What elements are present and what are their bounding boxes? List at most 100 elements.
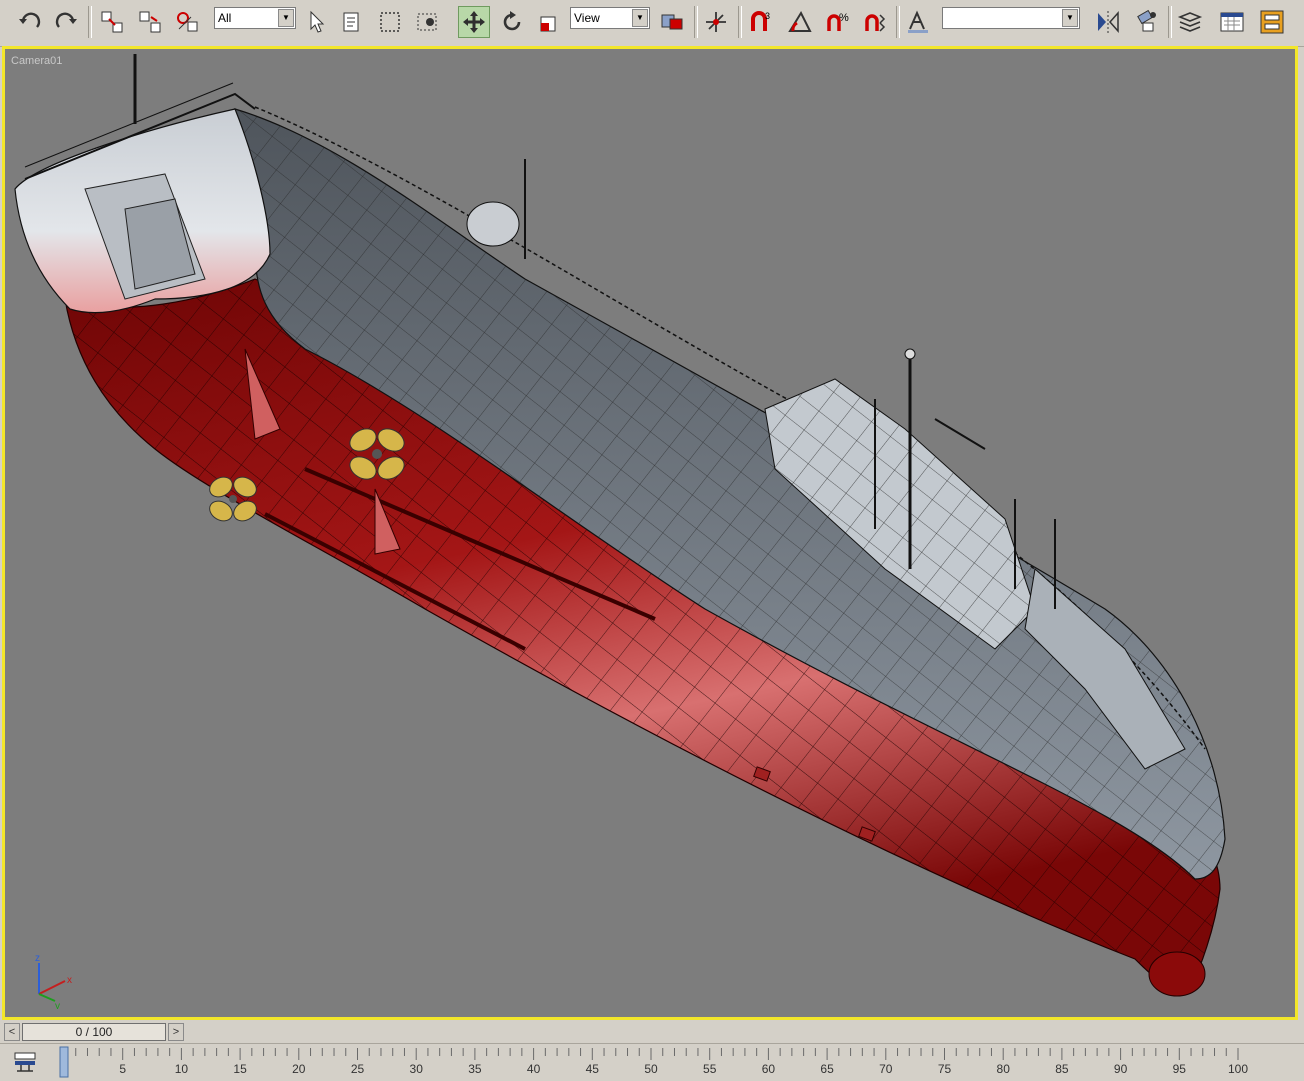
- svg-text:3: 3: [765, 11, 770, 21]
- trackbar-tick-label: 50: [644, 1062, 658, 1076]
- undo-button[interactable]: [14, 6, 46, 38]
- trackbar-tick-label: 30: [410, 1062, 424, 1076]
- select-move-icon: [463, 11, 485, 33]
- trackbar-tick-label: 95: [1173, 1062, 1187, 1076]
- select-scale-button[interactable]: [534, 6, 566, 38]
- select-link-icon: [101, 11, 123, 33]
- trackbar-ruler[interactable]: 0510152025303540455055606570758085909510…: [0, 1044, 1304, 1081]
- toolbar-separator: [738, 6, 742, 38]
- spinner-snap-icon: [865, 14, 886, 32]
- trackbar-time-marker[interactable]: [59, 1046, 69, 1078]
- window-crossing-button[interactable]: [412, 6, 444, 38]
- trackbar-tick-label: 5: [119, 1062, 126, 1076]
- select-rotate-icon: [503, 11, 521, 31]
- curve-editor-icon: [1220, 12, 1244, 32]
- bind-space-warp-button[interactable]: [172, 6, 204, 38]
- edit-named-selection-button[interactable]: [902, 6, 934, 38]
- reference-coordinate-dropdown[interactable]: View ▼: [570, 7, 650, 29]
- trackbar-tick-label: 65: [820, 1062, 834, 1076]
- rectangular-selection-button[interactable]: [374, 6, 406, 38]
- time-slider-thumb[interactable]: 0 / 100: [22, 1023, 166, 1041]
- trackbar-tick-label: 100: [1228, 1062, 1248, 1076]
- bow-bulb: [1148, 951, 1206, 997]
- reference-coordinate-value: View: [574, 11, 600, 25]
- svg-text:%: %: [839, 12, 849, 24]
- select-by-name-icon: [343, 12, 359, 32]
- chevron-down-icon: ▼: [1062, 9, 1078, 27]
- select-by-name-button[interactable]: [336, 6, 368, 38]
- named-selection-dropdown[interactable]: ▼: [942, 7, 1080, 29]
- layer-manager-icon: [1177, 12, 1203, 32]
- redo-button[interactable]: [50, 6, 82, 38]
- time-slider-next-button[interactable]: >: [168, 1023, 184, 1041]
- trackbar-tick-label: 60: [762, 1062, 776, 1076]
- percent-snap-button[interactable]: %: [822, 6, 854, 38]
- snap-3d-icon: 3: [751, 11, 770, 31]
- axis-gizmo: z x y: [35, 953, 72, 1009]
- rectangular-selection-icon: [380, 12, 400, 32]
- radar-dome: [466, 201, 520, 247]
- selection-filter-value: All: [218, 11, 232, 25]
- selection-filter-dropdown[interactable]: All ▼: [214, 7, 296, 29]
- time-slider-track[interactable]: [186, 1023, 1300, 1041]
- time-slider-bar: < 0 / 100 >: [0, 1021, 1304, 1043]
- window-crossing-icon: [417, 13, 437, 31]
- layer-manager-button[interactable]: [1174, 6, 1206, 38]
- edit-named-selection-icon: [908, 10, 928, 33]
- redo-icon: [55, 12, 77, 28]
- undo-icon: [19, 12, 41, 28]
- mirror-icon: [1098, 11, 1119, 33]
- trackbar-tick-label: 15: [233, 1062, 247, 1076]
- manipulate-icon: [706, 12, 726, 32]
- toolbar-separator: [896, 6, 900, 38]
- snap-3d-button[interactable]: 3: [746, 6, 778, 38]
- use-pivot-button[interactable]: [656, 6, 688, 38]
- main-toolbar: All ▼ View ▼ 3 % ▼: [0, 0, 1304, 47]
- select-object-button[interactable]: [300, 6, 332, 38]
- trackbar-tick-label: 55: [703, 1062, 717, 1076]
- angle-snap-icon: [788, 10, 812, 32]
- trackbar-tick-label: 45: [586, 1062, 600, 1076]
- spinner-snap-button[interactable]: [860, 6, 892, 38]
- trackbar: 0510152025303540455055606570758085909510…: [0, 1043, 1304, 1081]
- align-button[interactable]: [1130, 6, 1162, 38]
- select-object-icon: [310, 10, 325, 33]
- trackbar-tick-label: 40: [527, 1062, 541, 1076]
- unlink-icon: [139, 11, 161, 33]
- percent-snap-icon: %: [827, 12, 849, 31]
- time-slider-prev-button[interactable]: <: [4, 1023, 20, 1041]
- trackbar-tick-label: 35: [468, 1062, 482, 1076]
- toolbar-separator: [694, 6, 698, 38]
- select-rotate-button[interactable]: [496, 6, 528, 38]
- trackbar-tick-label: 10: [175, 1062, 189, 1076]
- trackbar-tick-label: 20: [292, 1062, 306, 1076]
- schematic-view-icon: [1260, 10, 1284, 34]
- mirror-button[interactable]: [1092, 6, 1124, 38]
- toolbar-separator: [88, 6, 92, 38]
- trackbar-tick-label: 80: [997, 1062, 1011, 1076]
- use-pivot-icon: [661, 14, 683, 30]
- axis-y-label: y: [55, 1001, 60, 1009]
- align-icon: [1137, 9, 1156, 32]
- trackbar-tick-label: 85: [1055, 1062, 1069, 1076]
- axis-x-label: x: [67, 975, 72, 986]
- select-move-button[interactable]: [458, 6, 490, 38]
- trackbar-tick-label: 90: [1114, 1062, 1128, 1076]
- unlink-button[interactable]: [134, 6, 166, 38]
- ship-model[interactable]: [5, 49, 1295, 1017]
- axis-z-label: z: [35, 953, 40, 964]
- schematic-view-button[interactable]: [1256, 6, 1288, 38]
- select-link-button[interactable]: [96, 6, 128, 38]
- angle-snap-button[interactable]: [784, 6, 816, 38]
- trackbar-tick-label: 70: [879, 1062, 893, 1076]
- camera-viewport[interactable]: Camera01 z x y: [2, 46, 1298, 1020]
- toolbar-separator: [1168, 6, 1172, 38]
- manipulate-button[interactable]: [700, 6, 732, 38]
- curve-editor-button[interactable]: [1216, 6, 1248, 38]
- trackbar-tick-label: 75: [938, 1062, 952, 1076]
- trackbar-tick-label: 25: [351, 1062, 365, 1076]
- select-scale-icon: [540, 16, 556, 32]
- chevron-down-icon: ▼: [278, 9, 294, 27]
- bind-space-warp-icon: [177, 12, 198, 32]
- chevron-down-icon: ▼: [632, 9, 648, 27]
